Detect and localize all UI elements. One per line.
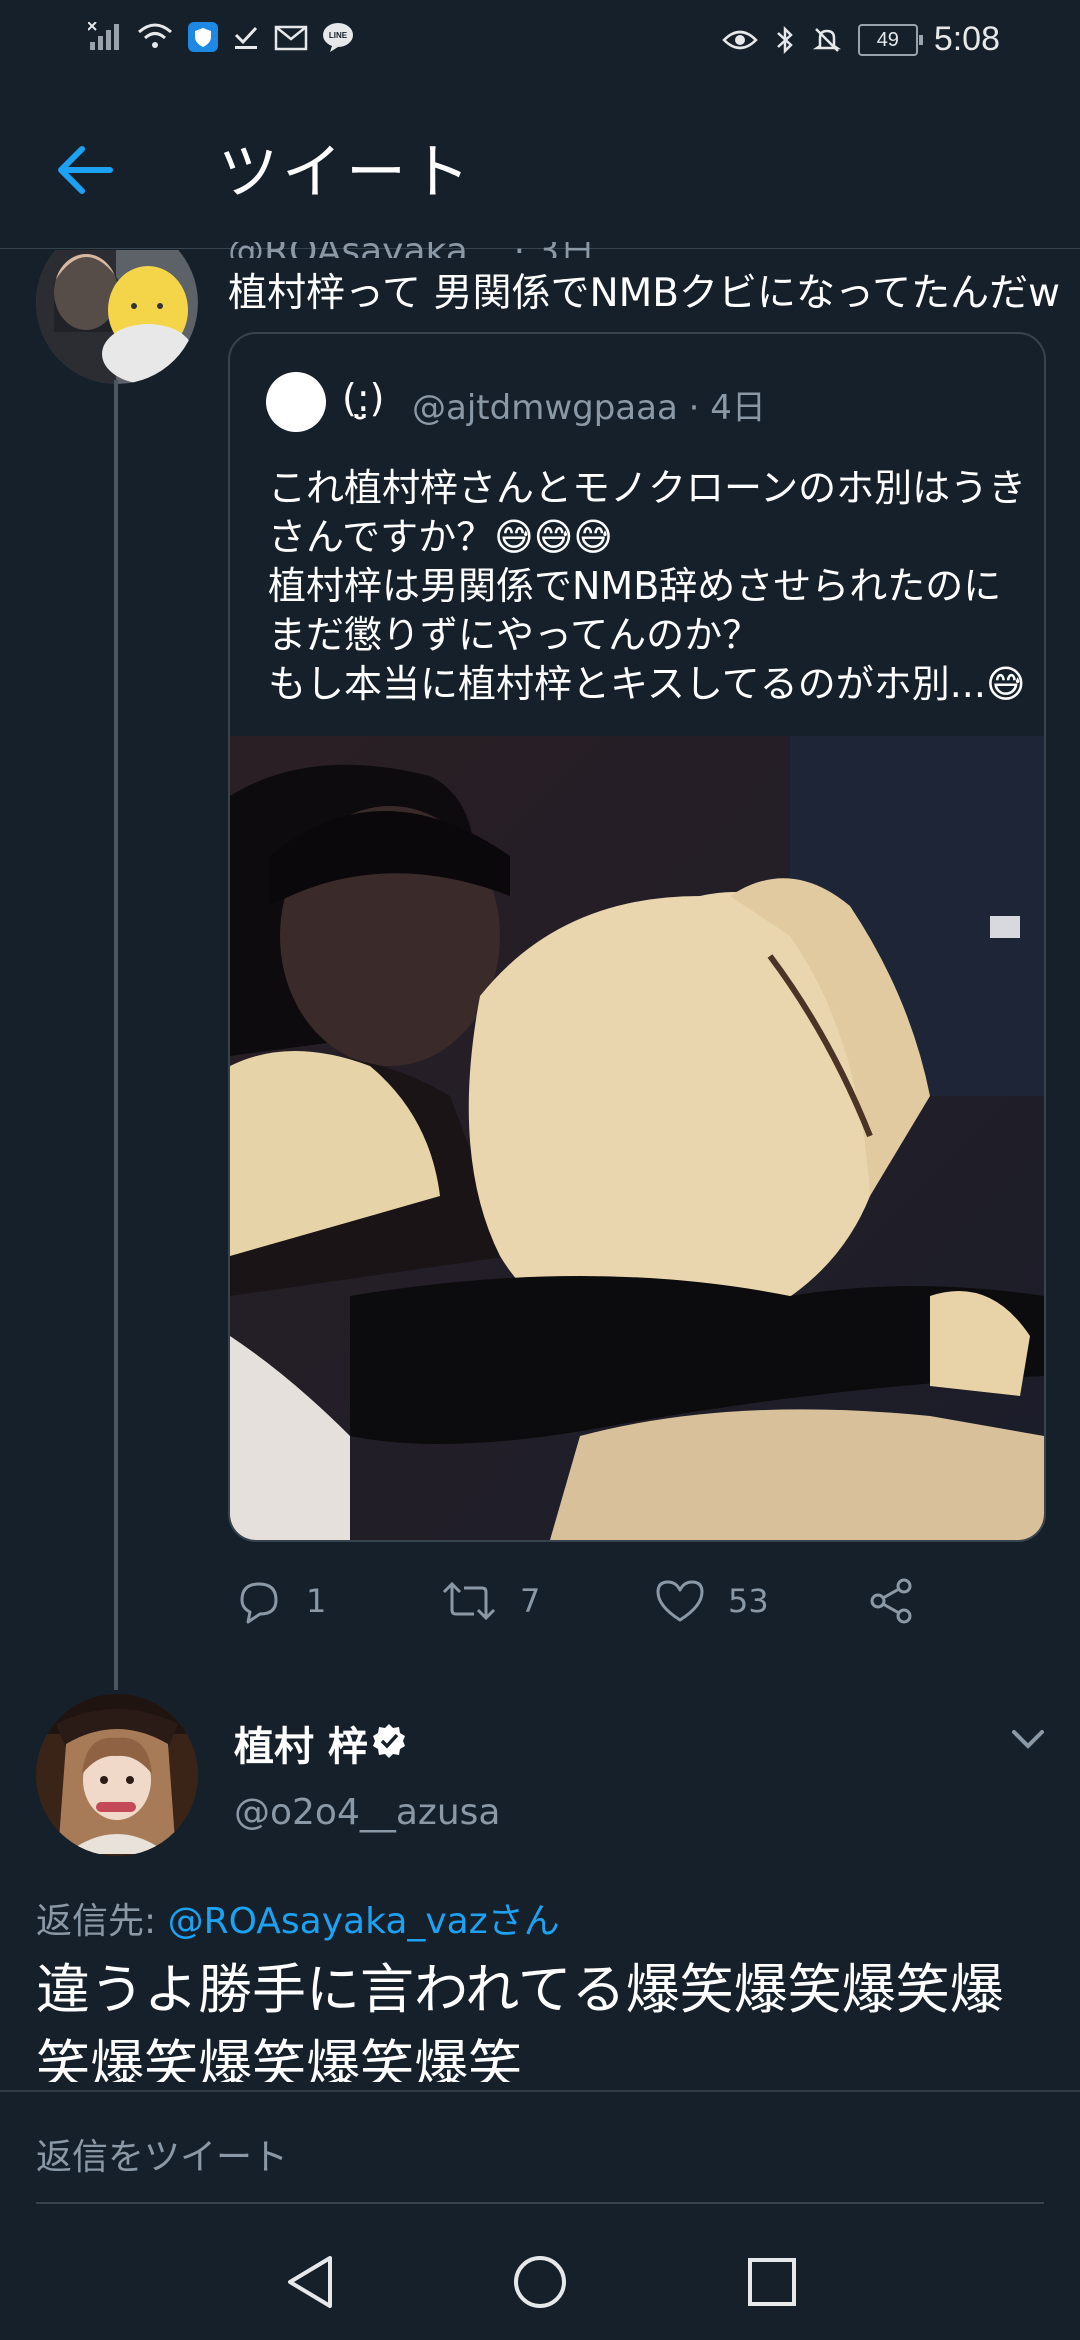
line-app-icon: LINE: [323, 23, 353, 52]
mute-icon: [812, 27, 841, 52]
quoted-tweet-name: (:̤̮): [342, 376, 385, 420]
chevron-down-icon[interactable]: [1006, 1718, 1050, 1766]
reply-to-label: 返信先:: [36, 1901, 168, 1942]
status-bar: LINE 49 5:08: [0, 0, 1080, 80]
quoted-tweet-text: これ植村梓さんとモノクローンのホ別はうきさんですか？😅😅😅 植村梓は男関係でNM…: [268, 466, 1027, 706]
quoted-tweet-handle: @ajtdmwgpaaa · 4日: [412, 388, 766, 428]
main-tweet-handle[interactable]: @o2o4__azusa: [234, 1792, 500, 1833]
header: ツイート: [0, 80, 1080, 249]
retweet-action[interactable]: 7: [440, 1576, 540, 1626]
svg-text:LINE: LINE: [329, 31, 348, 40]
nav-back-button[interactable]: [282, 2252, 338, 2316]
reply-count: 1: [306, 1582, 327, 1620]
quoted-tweet-card[interactable]: (:̤̮) @ajtdmwgpaaa · 4日 これ植村梓さんとモノクローンのホ…: [228, 332, 1046, 1542]
reply-input[interactable]: [36, 2112, 1044, 2204]
main-tweet-name[interactable]: 植村 梓: [234, 1714, 368, 1772]
verified-icon: [370, 1722, 408, 1764]
like-action[interactable]: 53: [654, 1576, 769, 1626]
system-nav-bar: [0, 2222, 1080, 2340]
reply-to-mention[interactable]: @ROAsayaka_vazさん: [168, 1901, 560, 1942]
clock: 5:08: [933, 20, 1000, 58]
retweet-icon: [442, 1581, 496, 1621]
previous-tweet-text: 植村梓って 男関係でNMBクビになってたんだw: [228, 271, 1060, 316]
retweet-count: 7: [520, 1582, 541, 1620]
shield-app-icon: [188, 22, 218, 52]
circle-home-icon: [514, 2256, 566, 2308]
share-icon: [870, 1578, 912, 1624]
eye-icon: [722, 30, 758, 49]
share-action[interactable]: [866, 1576, 916, 1626]
signal-icon: [88, 22, 119, 50]
nav-recents-button[interactable]: [744, 2252, 800, 2316]
wifi-icon: [138, 23, 172, 48]
square-recents-icon: [748, 2258, 796, 2306]
heart-icon: [656, 1580, 704, 1622]
nav-home-button[interactable]: [512, 2252, 568, 2316]
main-tweet-avatar[interactable]: [36, 1694, 198, 1856]
battery-level: 49: [876, 28, 899, 51]
triangle-back-icon: [288, 2256, 332, 2308]
reply-action[interactable]: 1: [234, 1576, 326, 1626]
main-tweet-text: 違うよ勝手に言われてる爆笑爆笑爆笑爆笑爆笑爆笑爆笑爆笑: [36, 1958, 1004, 2082]
check-icon: [234, 26, 258, 49]
quoted-tweet-avatar[interactable]: [266, 372, 326, 432]
battery-icon: 49: [857, 23, 923, 56]
back-button[interactable]: [50, 135, 120, 205]
reply-to-line: 返信先: @ROAsayaka_vazさん: [36, 1892, 560, 1944]
avatar-image: [36, 1694, 198, 1856]
reply-icon: [240, 1582, 278, 1624]
like-count: 53: [728, 1582, 769, 1620]
arrow-left-icon: [58, 146, 113, 194]
page-title: ツイート: [218, 138, 474, 208]
bluetooth-icon: [776, 25, 793, 54]
status-bar-left: LINE: [88, 22, 354, 52]
mail-icon: [274, 25, 308, 51]
quoted-tweet-media[interactable]: [230, 736, 1044, 1540]
status-bar-right: 49 5:08: [722, 20, 1000, 59]
media-image: [230, 736, 1044, 1540]
thread-line: [114, 380, 118, 1690]
